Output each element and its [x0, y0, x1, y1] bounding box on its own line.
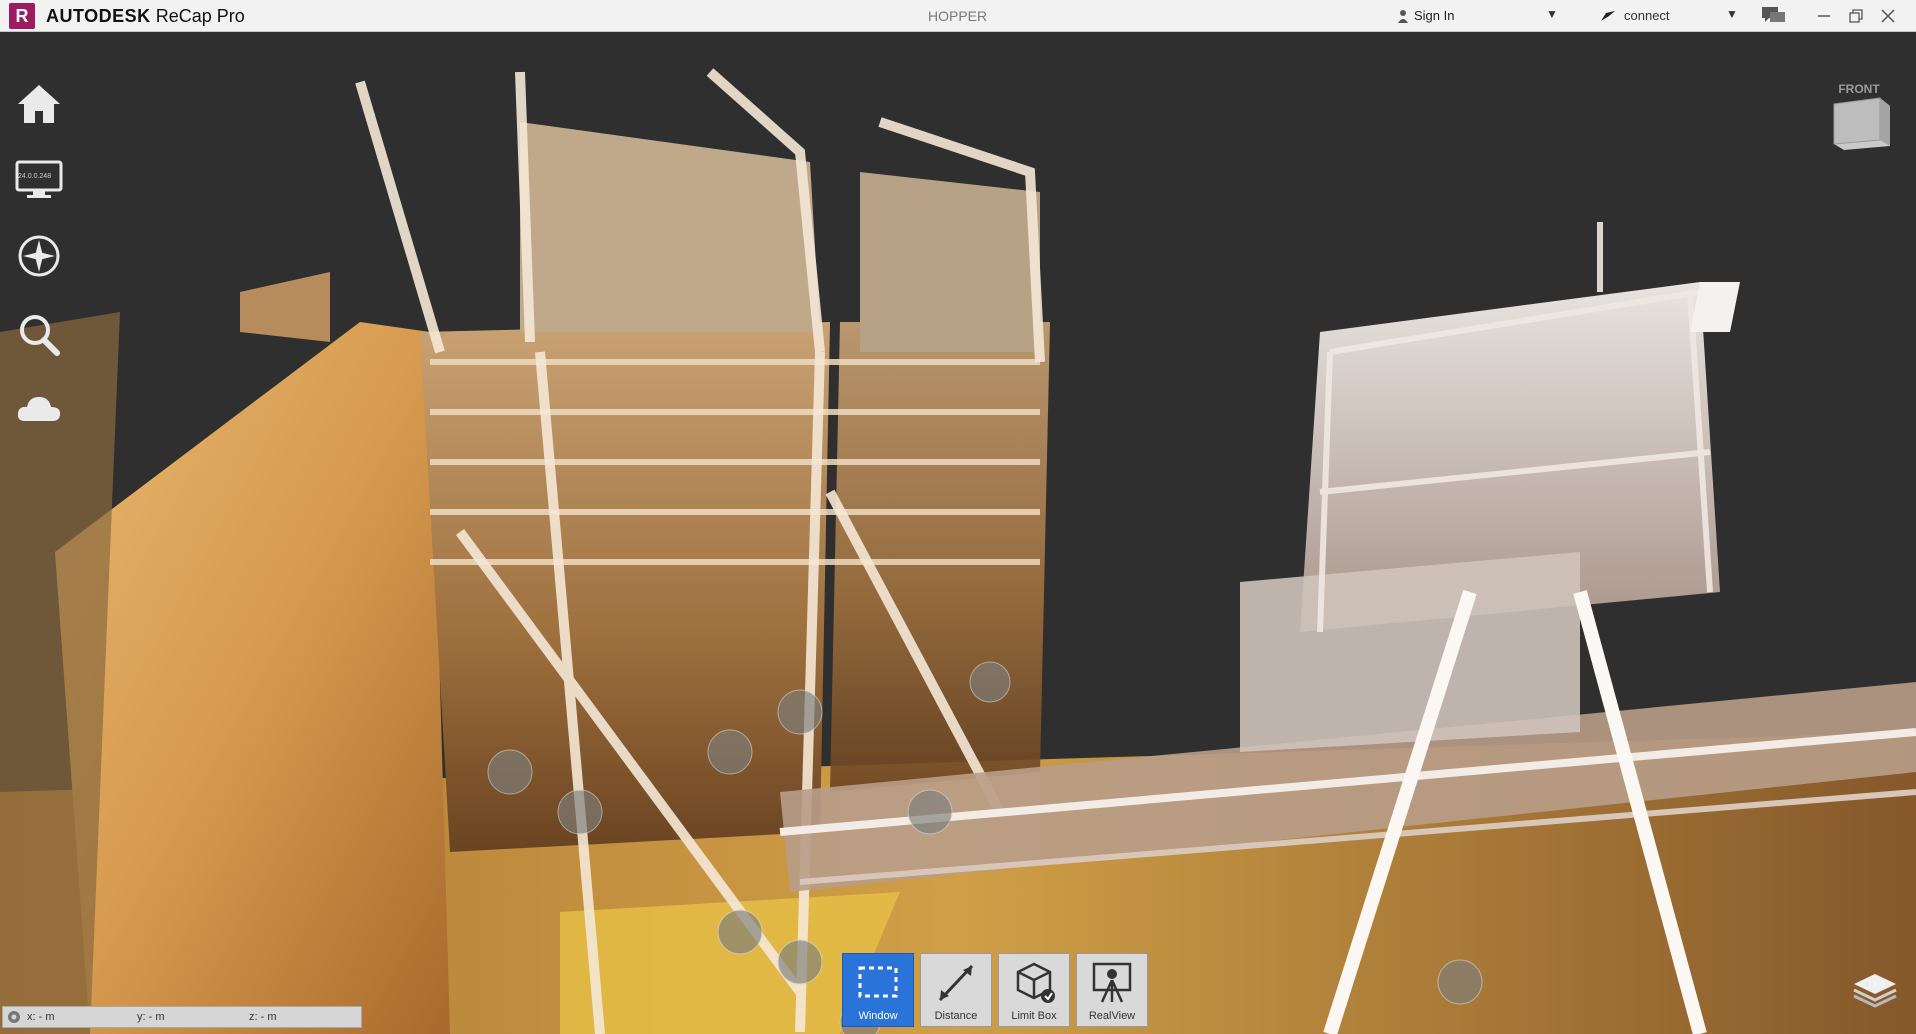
- cloud-button[interactable]: [12, 381, 66, 435]
- connect-dropdown-icon[interactable]: ▼: [1726, 7, 1738, 21]
- distance-label: Distance: [934, 1010, 978, 1022]
- viewcube-icon: [1833, 97, 1890, 150]
- realview-button[interactable]: RealView: [1076, 953, 1148, 1027]
- user-icon: [1398, 9, 1408, 23]
- window-select-icon: [858, 966, 898, 998]
- viewcube-face-label: FRONT: [1838, 82, 1880, 96]
- minimize-button[interactable]: [1810, 4, 1838, 28]
- point-cloud-scene: [0, 68, 1916, 1034]
- connect-button[interactable]: connect: [1600, 8, 1670, 23]
- product-name: ReCap Pro: [155, 6, 245, 26]
- layers-button[interactable]: [1850, 970, 1900, 1010]
- point-cloud-viewport[interactable]: 24.0.0.248 FRONT x: - m y: - m z: - m: [0, 32, 1916, 1034]
- chat-icon: [1762, 7, 1785, 22]
- title-bar: R AUTODESK ReCap Pro HOPPER Sign In ▼ co…: [0, 0, 1916, 32]
- restore-icon: [1849, 9, 1863, 23]
- viewcube[interactable]: [1830, 90, 1894, 154]
- window-select-button[interactable]: Window: [842, 953, 914, 1027]
- x-coordinate: x: - m: [27, 1011, 55, 1023]
- restore-button[interactable]: [1842, 4, 1870, 28]
- connect-icon: [1601, 10, 1615, 21]
- limit-box-icon: [1016, 962, 1055, 1003]
- distance-icon: [938, 964, 974, 1002]
- navigation-button[interactable]: [12, 229, 66, 283]
- coordinate-status-bar: x: - m y: - m z: - m: [2, 1006, 362, 1028]
- coordinate-settings-icon[interactable]: [7, 1010, 21, 1024]
- distance-button[interactable]: Distance: [920, 953, 992, 1027]
- close-button[interactable]: [1874, 4, 1902, 28]
- display-settings-button[interactable]: 24.0.0.248: [12, 153, 66, 207]
- y-coordinate: y: - m: [137, 1011, 165, 1023]
- monitor-icon: [15, 160, 63, 198]
- close-icon: [1881, 9, 1895, 23]
- layers-icon: [1853, 974, 1897, 1008]
- cloud-icon: [17, 397, 61, 421]
- search-button[interactable]: [12, 307, 66, 361]
- connect-label: connect: [1624, 8, 1670, 23]
- home-button[interactable]: [12, 77, 66, 131]
- minimize-icon: [1818, 15, 1830, 17]
- app-title: AUTODESK ReCap Pro: [46, 6, 245, 27]
- realview-icon: [1092, 962, 1132, 1003]
- z-coordinate: z: - m: [249, 1011, 277, 1023]
- sign-in-button[interactable]: Sign In: [1398, 8, 1454, 23]
- home-icon: [18, 85, 60, 123]
- project-name: HOPPER: [928, 8, 988, 24]
- display-version-label: 24.0.0.248: [18, 173, 52, 180]
- magnifier-icon: [20, 315, 60, 356]
- compass-icon: [18, 235, 60, 277]
- brand-name: AUTODESK: [46, 6, 151, 26]
- window-label: Window: [858, 1010, 898, 1022]
- sign-in-label: Sign In: [1414, 8, 1455, 23]
- limit-box-label: Limit Box: [1011, 1010, 1057, 1022]
- sign-in-dropdown-icon[interactable]: ▼: [1546, 7, 1558, 21]
- bottom-toolbar: Window Distance Limit Box RealView: [842, 953, 1148, 1027]
- recap-logo: R: [9, 3, 35, 29]
- feedback-button[interactable]: [1760, 4, 1788, 28]
- limit-box-button[interactable]: Limit Box: [998, 953, 1070, 1027]
- realview-label: RealView: [1088, 1010, 1136, 1022]
